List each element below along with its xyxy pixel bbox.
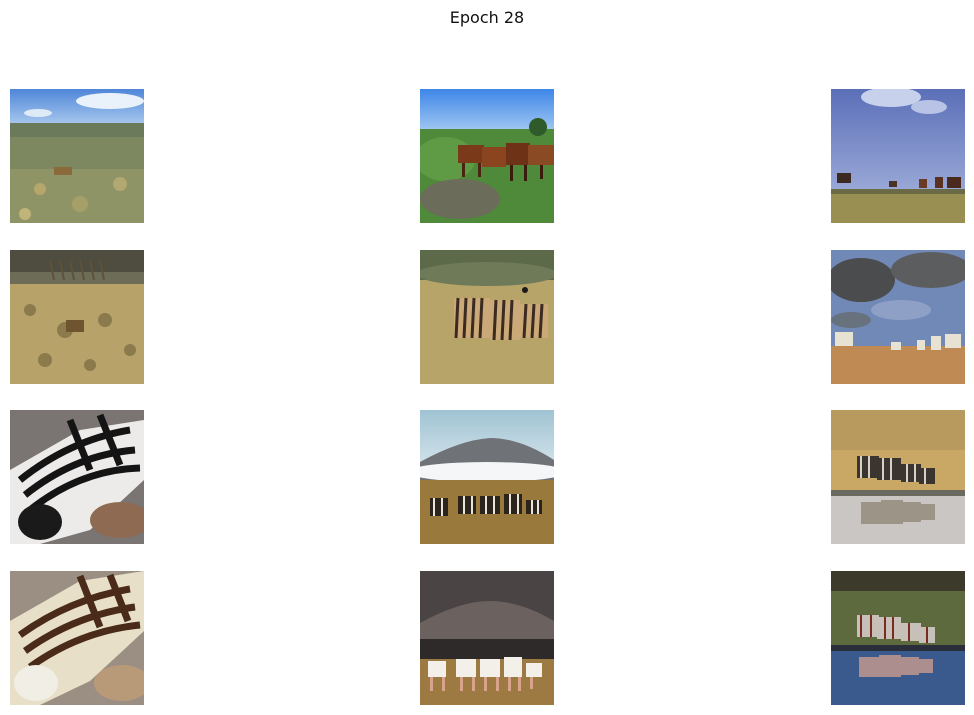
sample-image-generated-zebra-3 <box>831 250 965 384</box>
sample-image-generated-horse-1 <box>10 571 144 705</box>
sample-image-zebra-2 <box>420 410 554 544</box>
sample-image-generated-horse-2 <box>420 571 554 705</box>
sample-image-generated-horse-3 <box>831 571 965 705</box>
sample-image-horse-3 <box>831 89 965 223</box>
sample-image-generated-zebra-1 <box>10 250 144 384</box>
sample-image-horse-2 <box>420 89 554 223</box>
sample-image-generated-zebra-2 <box>420 250 554 384</box>
sample-image-zebra-1 <box>10 410 144 544</box>
figure-title: Epoch 28 <box>449 8 525 27</box>
sample-image-zebra-3 <box>831 410 965 544</box>
sample-image-horse-1 <box>10 89 144 223</box>
